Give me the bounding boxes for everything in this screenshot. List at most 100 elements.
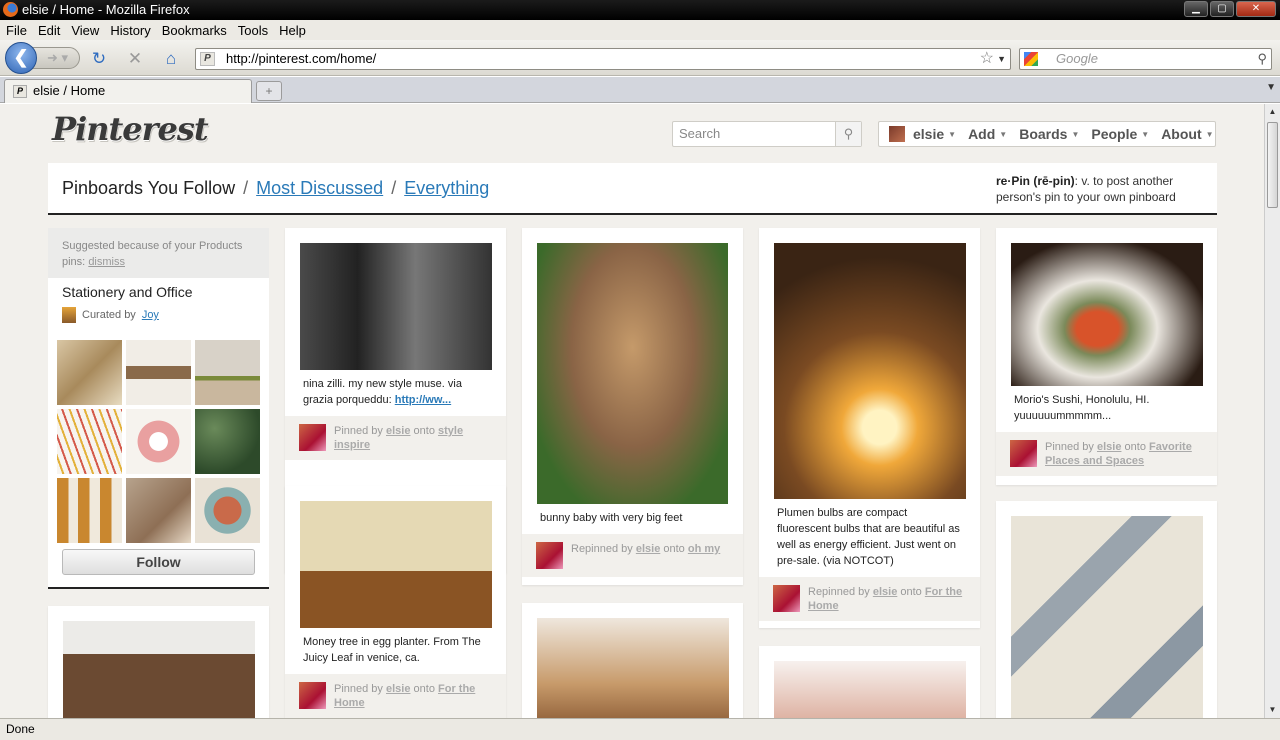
pin-image[interactable]: [774, 661, 966, 718]
board-thumbnail[interactable]: [126, 409, 191, 474]
pinner-link[interactable]: elsie: [636, 543, 660, 555]
home-icon[interactable]: ⌂: [161, 49, 181, 69]
menu-tools[interactable]: Tools: [238, 23, 268, 38]
pinner-link[interactable]: elsie: [386, 425, 410, 437]
definition-term: re·Pin (rē-pin): [996, 174, 1075, 188]
nav-add[interactable]: Add ▼: [962, 126, 1013, 142]
url-bar[interactable]: P http://pinterest.com/home/ ☆ ▼: [195, 48, 1011, 70]
menu-bookmarks[interactable]: Bookmarks: [162, 23, 227, 38]
close-button[interactable]: ✕: [1236, 1, 1276, 17]
nav-people[interactable]: People ▼: [1085, 126, 1155, 142]
pin-action: Pinned by: [1045, 441, 1094, 453]
pin-image[interactable]: [1011, 516, 1203, 718]
menu-edit[interactable]: Edit: [38, 23, 60, 38]
chevron-down-icon: ▼: [948, 129, 957, 139]
menu-history[interactable]: History: [110, 23, 150, 38]
board-thumbnail[interactable]: [195, 340, 260, 405]
board-thumbnail[interactable]: [126, 340, 191, 405]
board-title[interactable]: Stationery and Office: [48, 278, 269, 306]
board-link[interactable]: oh my: [688, 543, 720, 555]
dismiss-link[interactable]: dismiss: [88, 256, 125, 268]
curator-avatar[interactable]: [62, 307, 76, 323]
feed-header: Pinboards You Follow / Most Discussed / Ever…: [48, 163, 1217, 215]
nav-about[interactable]: About ▼: [1155, 126, 1219, 142]
curator-line: Curated by Joy: [48, 306, 269, 324]
user-avatar: [889, 126, 905, 142]
pin-description: Money tree in egg planter. From The Juic…: [303, 636, 481, 664]
board-thumbnail[interactable]: [57, 409, 122, 474]
window-title: elsie / Home - Mozilla Firefox: [22, 2, 190, 17]
tab-title: elsie / Home: [33, 83, 106, 98]
nav-user[interactable]: elsie ▼: [879, 126, 962, 142]
board-thumbnail[interactable]: [195, 409, 260, 474]
pin-action: Repinned by: [808, 586, 870, 598]
onto-label: onto: [413, 683, 435, 695]
pinner-link[interactable]: elsie: [386, 683, 410, 695]
google-icon[interactable]: [1024, 52, 1038, 66]
pinterest-logo[interactable]: Pinterest: [52, 110, 209, 148]
nav-boards[interactable]: Boards ▼: [1013, 126, 1085, 142]
tab-pinboards-you-follow[interactable]: Pinboards You Follow: [62, 178, 235, 198]
board-thumbnail[interactable]: [57, 478, 122, 543]
pin-image[interactable]: [774, 243, 966, 499]
nav-people-label: People: [1091, 126, 1138, 142]
pin-image[interactable]: [537, 243, 728, 504]
nav-user-label: elsie: [913, 126, 945, 142]
scrollbar-thumb[interactable]: [1267, 122, 1278, 208]
tab-everything[interactable]: Everything: [404, 178, 489, 198]
scroll-up-icon[interactable]: ▲: [1265, 104, 1280, 120]
board-thumbnail[interactable]: [195, 478, 260, 543]
tab-favicon: P: [13, 85, 27, 98]
board-thumbnail[interactable]: [57, 340, 122, 405]
site-search-button[interactable]: ⚲: [835, 122, 861, 146]
new-tab-button[interactable]: +: [256, 81, 282, 101]
onto-label: onto: [663, 543, 685, 555]
stop-icon[interactable]: ✕: [125, 49, 145, 69]
onto-label: onto: [413, 425, 435, 437]
curator-link[interactable]: Joy: [142, 309, 159, 321]
pinner-link[interactable]: elsie: [1097, 441, 1121, 453]
pinner-avatar[interactable]: [1010, 440, 1037, 467]
tab-most-discussed[interactable]: Most Discussed: [256, 178, 383, 198]
suggestion-note: Suggested because of your Products pins:…: [48, 228, 269, 278]
menu-view[interactable]: View: [71, 23, 99, 38]
reload-icon[interactable]: ↻: [89, 49, 109, 69]
pin-card: Money tree in egg planter. From The Juic…: [285, 486, 506, 718]
follow-button[interactable]: Follow: [62, 549, 255, 575]
onto-label: onto: [900, 586, 922, 598]
pinner-avatar[interactable]: [536, 542, 563, 569]
menu-help[interactable]: Help: [279, 23, 306, 38]
nav-boards-label: Boards: [1019, 126, 1068, 142]
forward-button[interactable]: ➜ ▾: [32, 47, 80, 69]
pinner-avatar[interactable]: [299, 424, 326, 451]
tab-list-icon[interactable]: ▼: [1266, 82, 1276, 93]
pin-image[interactable]: [300, 243, 492, 370]
search-icon[interactable]: ⚲: [1257, 49, 1267, 69]
scroll-down-icon[interactable]: ▼: [1265, 702, 1280, 718]
bookmark-star-icon[interactable]: ☆: [980, 49, 994, 69]
vertical-scrollbar[interactable]: ▲ ▼: [1264, 104, 1280, 718]
pin-description: bunny baby with very big feet: [540, 512, 683, 524]
pin-image[interactable]: [537, 618, 729, 718]
pinner-link[interactable]: elsie: [873, 586, 897, 598]
maximize-button[interactable]: ▢: [1210, 1, 1234, 17]
minimize-button[interactable]: ▁: [1184, 1, 1208, 17]
pin-image[interactable]: [1011, 243, 1203, 386]
menu-file[interactable]: File: [6, 23, 27, 38]
tab-elsie-home[interactable]: P elsie / Home: [4, 79, 252, 103]
pinner-avatar[interactable]: [773, 585, 800, 612]
site-search-placeholder: Search: [679, 126, 721, 141]
pin-card: [996, 501, 1217, 718]
tab-bar: P elsie / Home + ▼: [0, 77, 1280, 103]
pin-image[interactable]: [300, 501, 492, 628]
pin-card: bunny baby with very big feet Repinned b…: [522, 228, 743, 585]
pinner-avatar[interactable]: [299, 682, 326, 709]
url-dropdown-icon[interactable]: ▼: [997, 49, 1006, 69]
back-button[interactable]: ❮: [5, 42, 37, 74]
pin-image[interactable]: [63, 621, 255, 718]
board-thumbnail[interactable]: [126, 478, 191, 543]
pin-source-link[interactable]: http://ww...: [395, 394, 451, 406]
site-nav: elsie ▼ Add ▼ Boards ▼ People ▼ About ▼: [878, 121, 1216, 147]
site-search-input[interactable]: Search ⚲: [672, 121, 862, 147]
browser-search-bar[interactable]: Google ⚲: [1019, 48, 1272, 70]
